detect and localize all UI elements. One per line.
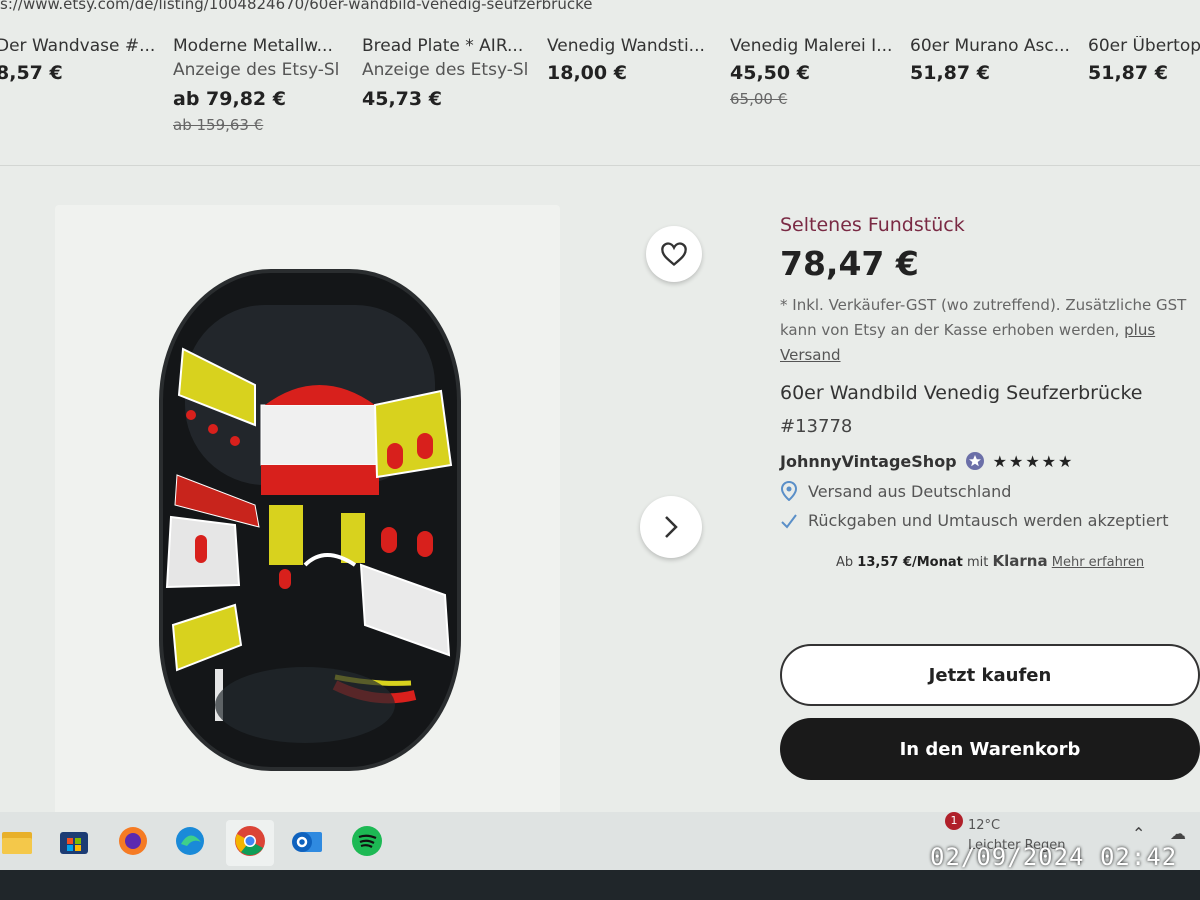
listing-info-panel: Seltenes Fundstück 78,47 € * Inkl. Verkä… bbox=[780, 214, 1200, 780]
rec-price: 51,87 € bbox=[1088, 62, 1168, 84]
feature-text: Rückgaben und Umtausch werden akzeptiert bbox=[808, 511, 1169, 530]
rec-price: 8,57 € bbox=[0, 62, 63, 84]
vat-note: * Inkl. Verkäufer-GST (wo zutreffend). Z… bbox=[780, 293, 1190, 368]
listing-title: 60er Wandbild Venedig Seufzerbrücke bbox=[780, 382, 1143, 404]
recommendation-card[interactable]: Der Wandvase #... 8,57 € bbox=[0, 36, 176, 90]
location-pin-icon bbox=[780, 481, 798, 501]
chrome-icon[interactable] bbox=[233, 824, 267, 858]
recommendation-card[interactable]: 60er Murano Asc... 51,87 € bbox=[910, 36, 1090, 90]
klarna-logo: Klarna bbox=[992, 552, 1048, 570]
rare-find-badge: Seltenes Fundstück bbox=[780, 214, 965, 236]
rec-title: Moderne Metallw... bbox=[173, 36, 333, 56]
rec-title: 60er Murano Asc... bbox=[910, 36, 1070, 56]
recommendation-carousel: Der Wandvase #... 8,57 € Moderne Metallw… bbox=[0, 28, 1200, 166]
recommendation-card[interactable]: 60er Übertopf 51,87 € bbox=[1088, 36, 1200, 90]
monitor-bezel bbox=[0, 870, 1200, 900]
rating-stars[interactable]: ★★★★★ bbox=[993, 452, 1075, 471]
rec-title: Bread Plate * AIR... bbox=[362, 36, 524, 56]
product-image-venice-plate bbox=[159, 269, 461, 771]
rec-title: Venedig Malerei I... bbox=[730, 36, 893, 56]
klarna-financing: Ab 13,57 €/Monat mit Klarna Mehr erfahre… bbox=[836, 552, 1200, 570]
rec-title: Venedig Wandsti... bbox=[547, 36, 705, 56]
rec-price: 18,00 € bbox=[547, 62, 627, 84]
tray-overflow-chevron-icon[interactable]: ⌃ bbox=[1132, 824, 1145, 843]
outlook-icon[interactable] bbox=[290, 824, 324, 858]
klarna-amount: 13,57 €/Monat bbox=[857, 555, 963, 570]
klarna-learn-more-link[interactable]: Mehr erfahren bbox=[1052, 555, 1144, 570]
weather-temperature: 12°C bbox=[968, 818, 1001, 833]
listing-sku: #13778 bbox=[780, 416, 853, 437]
klarna-with: mit bbox=[967, 555, 989, 570]
file-explorer-icon[interactable] bbox=[0, 824, 34, 858]
recommendation-card[interactable]: Venedig Wandsti... 18,00 € bbox=[547, 36, 727, 90]
klarna-prefix: Ab bbox=[836, 555, 854, 570]
store-icon[interactable] bbox=[57, 824, 91, 858]
recommendation-card[interactable]: Moderne Metallw... Anzeige des Etsy-Sl a… bbox=[173, 36, 353, 134]
weather-alert-badge: 1 bbox=[945, 812, 963, 830]
firefox-icon[interactable] bbox=[116, 824, 150, 858]
product-image-gallery[interactable] bbox=[55, 205, 560, 820]
star-seller-icon bbox=[965, 452, 984, 470]
edge-icon[interactable] bbox=[173, 824, 207, 858]
rec-price: ab 79,82 € bbox=[173, 88, 286, 110]
feature-returns: Rückgaben und Umtausch werden akzeptiert bbox=[780, 511, 1200, 530]
rec-price: 45,50 € bbox=[730, 62, 810, 84]
rec-original-price: 65,00 € bbox=[730, 90, 788, 108]
spotify-icon[interactable] bbox=[350, 824, 384, 858]
feature-text: Versand aus Deutschland bbox=[808, 481, 1012, 501]
rec-price: 51,87 € bbox=[910, 62, 990, 84]
add-to-cart-button[interactable]: In den Warenkorb bbox=[780, 718, 1200, 780]
buy-now-button[interactable]: Jetzt kaufen bbox=[780, 644, 1200, 706]
rec-ad-label: Anzeige des Etsy-Sl bbox=[173, 60, 340, 80]
url-text: s://www.etsy.com/de/listing/1004824670/6… bbox=[0, 0, 593, 13]
address-bar[interactable]: s://www.etsy.com/de/listing/1004824670/6… bbox=[0, 0, 1200, 16]
shop-row: JohnnyVintageShop ★★★★★ bbox=[780, 451, 1200, 471]
rec-title: 60er Übertopf bbox=[1088, 36, 1200, 56]
chevron-right-icon bbox=[665, 516, 678, 538]
cloud-icon[interactable]: ☁ bbox=[1170, 824, 1186, 843]
rec-price: 45,73 € bbox=[362, 88, 442, 110]
next-image-button[interactable] bbox=[640, 496, 702, 558]
rec-title: Der Wandvase #... bbox=[0, 36, 156, 56]
favorite-button[interactable] bbox=[646, 226, 702, 282]
recommendation-card[interactable]: Venedig Malerei I... 45,50 € 65,00 € bbox=[730, 36, 910, 108]
listing-price: 78,47 € bbox=[780, 244, 919, 283]
rec-ad-label: Anzeige des Etsy-Sl bbox=[362, 60, 529, 80]
recommendation-card[interactable]: Bread Plate * AIR... Anzeige des Etsy-Sl… bbox=[362, 36, 542, 116]
photo-timestamp: 02/09/2024 02:42 bbox=[930, 843, 1178, 871]
feature-shipping-origin: Versand aus Deutschland bbox=[780, 481, 1200, 501]
shop-name-link[interactable]: JohnnyVintageShop bbox=[780, 452, 957, 471]
heart-icon bbox=[661, 242, 687, 267]
rec-original-price: ab 159,63 € bbox=[173, 116, 264, 134]
checkmark-icon bbox=[781, 513, 797, 529]
